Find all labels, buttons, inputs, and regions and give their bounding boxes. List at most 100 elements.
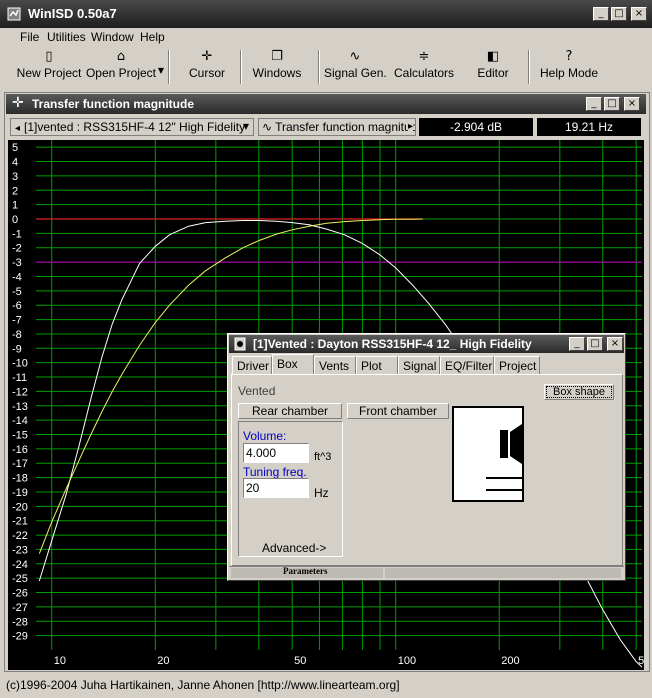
y-tick-label: -19 [12,487,28,499]
app-titlebar: WinISD 0.50a7 _ □ × [0,0,652,28]
help-mode-button[interactable]: ? Help Mode [540,48,598,86]
tab-signal[interactable]: Signal [398,356,440,374]
box-type-label: Vented [238,384,276,398]
speaker-icon: ◧ [486,49,500,64]
y-tick-label: -22 [12,530,28,542]
y-tick-label: -8 [12,329,22,341]
y-tick-label: 2 [12,185,18,197]
new-project-icon: ▯ [45,49,53,64]
y-tick-label: 0 [12,214,18,226]
y-tick-label: -3 [12,257,22,269]
y-tick-label: -27 [12,602,28,614]
box-dialog-titlebar: [1]Vented : Dayton RSS315HF-4 12_ High F… [229,335,624,353]
y-tick-label: -20 [12,501,28,513]
graph-controls: ◂ [1]vented : RSS315HF-4 12" High Fidelit… [6,116,646,138]
dropdown-arrow-icon: ▼ [157,66,165,75]
tuning-unit: Hz [314,486,329,500]
x-tick-label: 10 [54,655,66,667]
menu-help[interactable]: Help [140,30,165,44]
y-tick-label: -16 [12,444,28,456]
menu-file[interactable]: File [20,30,39,44]
cursor-button[interactable]: ✛ Cursor [184,48,230,86]
rear-chamber-button[interactable]: Rear chamber [238,403,342,419]
y-tick-label: -9 [12,343,22,355]
tab-eq-filter[interactable]: EQ/Filter [440,356,494,374]
y-tick-label: -7 [12,315,22,327]
windows-button[interactable]: ❐ Windows [252,48,302,86]
project-select[interactable]: ◂ [1]vented : RSS315HF-4 12" High Fidelit… [10,118,254,136]
dialog-maximize-button[interactable]: □ [587,337,603,351]
dialog-minimize-button[interactable]: _ [569,337,585,351]
x-tick-label: 100 [398,655,416,667]
y-tick-label: -4 [12,271,22,283]
tuning-input[interactable]: 20 [243,478,309,498]
graph-minimize-button[interactable]: _ [586,97,602,111]
y-tick-label: -13 [12,401,28,413]
tuning-label: Tuning freq. [243,465,307,479]
y-tick-label: 4 [12,157,18,169]
app-title: WinISD 0.50a7 [28,6,117,21]
maximize-button[interactable]: □ [611,7,627,21]
menu-window[interactable]: Window [91,30,134,44]
graph-close-button[interactable]: × [624,97,640,111]
y-tick-label: -25 [12,573,28,585]
graph-select[interactable]: ∿ Transfer function magnitude ▸ [258,118,416,136]
tab-driver[interactable]: Driver [232,356,272,374]
open-project-button[interactable]: ⌂ Open Project [84,48,158,86]
box-diagram [452,406,524,502]
y-tick-label: -23 [12,544,28,556]
crosshair-icon: ✛ [201,49,213,64]
sine-wave-icon: ∿ [349,49,361,64]
y-tick-label: -28 [12,616,28,628]
menu-utilities[interactable]: Utilities [47,30,86,44]
new-project-button[interactable]: ▯ New Project [16,48,82,86]
volume-unit: ft^3 [314,451,332,463]
front-chamber-button[interactable]: Front chamber [347,403,449,419]
advanced-button[interactable]: Advanced-> [262,541,326,555]
speaker-icon [234,337,246,351]
scroll-left-icon: ◂ [15,123,21,134]
graph-window-titlebar: ✛ Transfer function magnitude _ □ × [6,94,646,114]
box-dialog-title: [1]Vented : Dayton RSS315HF-4 12_ High F… [253,337,532,351]
graph-maximize-button[interactable]: □ [604,97,620,111]
y-tick-label: -12 [12,386,28,398]
editor-button[interactable]: ◧ Editor [474,48,512,86]
windows-icon: ❐ [271,49,283,64]
tab-project[interactable]: Project [494,356,540,374]
y-tick-label: 3 [12,171,18,183]
status-text: (c)1996-2004 Juha Hartikainen, Janne Aho… [6,678,400,692]
y-tick-label: -5 [12,286,22,298]
y-tick-label: -2 [12,243,22,255]
signal-gen-button[interactable]: ∿ Signal Gen. [324,48,387,86]
tab-vents[interactable]: Vents [314,356,356,374]
y-tick-label: -26 [12,588,28,600]
dialog-close-button[interactable]: × [607,337,623,351]
y-tick-label: -6 [12,300,22,312]
x-tick-label: 500 [638,655,644,667]
box-shape-button[interactable]: Box shape [544,384,614,400]
sine-wave-icon: ∿ [262,120,273,134]
cursor-db-readout: -2.904 dB [419,118,533,136]
tab-box[interactable]: Box [272,354,314,374]
volume-input[interactable]: 4.000 [243,443,309,463]
open-folder-icon: ⌂ [116,49,126,64]
y-tick-label: -14 [12,415,28,427]
tab-plot[interactable]: Plot [356,356,398,374]
calculator-icon: ≑ [418,49,430,64]
minimize-button[interactable]: _ [593,7,609,21]
dropdown-arrow-icon: ▼ [242,122,249,131]
close-button[interactable]: × [631,7,647,21]
x-tick-label: 200 [501,655,519,667]
parameters-bar[interactable]: Parameters [229,566,624,579]
y-tick-label: -10 [12,358,28,370]
y-tick-label: -24 [12,559,28,571]
cursor-hz-readout: 19.21 Hz [537,118,641,136]
y-tick-label: -17 [12,458,28,470]
toolbar: ▯ New Project ⌂ Open Project ▼ ✛ Cursor … [4,48,606,86]
status-bar: (c)1996-2004 Juha Hartikainen, Janne Aho… [0,674,652,698]
x-tick-label: 20 [157,655,169,667]
scroll-right-icon: ▸ [407,119,413,135]
calculators-button[interactable]: ≑ Calculators [394,48,454,86]
y-tick-label: 5 [12,142,18,154]
app-icon [7,7,21,21]
